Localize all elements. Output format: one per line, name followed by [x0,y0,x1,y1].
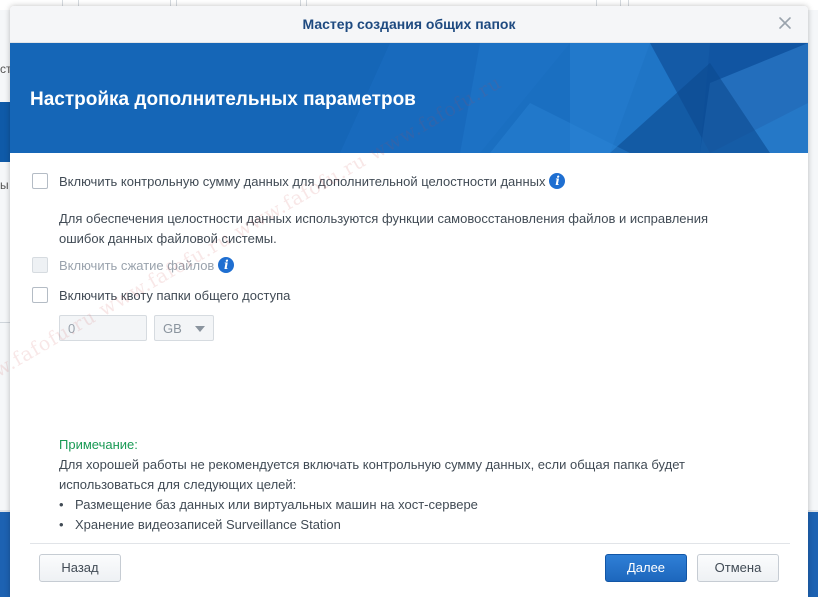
note-title: Примечание: [59,437,138,452]
background-divider [0,322,10,323]
compression-label: Включить сжатие файлов [59,257,215,273]
info-icon[interactable]: i [549,173,566,189]
dialog-title: Мастер создания общих папок [302,16,516,32]
close-icon[interactable] [776,14,794,32]
dialog-titlebar[interactable]: Мастер создания общих папок [10,6,808,43]
note-section: Примечание: Для хорошей работы не рекоме… [59,435,759,535]
shared-folder-wizard-dialog: Мастер создания общих папок Настройка до… [10,6,808,597]
checksum-label[interactable]: Включить контрольную сумму данных для до… [59,174,545,189]
quota-label[interactable]: Включить квоту папки общего доступа [59,288,290,303]
wizard-banner: Настройка дополнительных параметров [10,43,808,153]
quota-size-input[interactable]: 0 [59,315,147,341]
note-list-item: Размещение баз данных или виртуальных ма… [59,495,759,515]
wizard-step-heading: Настройка дополнительных параметров [30,89,416,110]
back-button[interactable]: Назад [39,554,121,582]
quota-unit-value: GB [163,321,182,336]
footer-divider [30,543,790,544]
checksum-checkbox[interactable] [32,173,48,189]
cancel-button[interactable]: Отмена [697,554,779,582]
quota-checkbox[interactable] [32,287,48,303]
quota-unit-select[interactable]: GB [154,315,214,341]
compression-option: Включить сжатие файлов i [32,257,235,273]
background-app-left: ст ы [0,10,12,510]
next-button[interactable]: Далее [605,554,687,582]
background-text: ы [0,178,9,192]
background-app-right [808,10,818,510]
checksum-option: Включить контрольную сумму данных для до… [32,173,566,189]
note-text: Для хорошей работы не рекомендуется вклю… [59,457,685,492]
quota-option: Включить квоту папки общего доступа [32,287,290,303]
background-selection [0,102,10,162]
info-icon[interactable]: i [218,257,235,273]
note-list: Размещение баз данных или виртуальных ма… [59,495,759,535]
checksum-description: Для обеспечения целостности данных испол… [59,211,709,246]
note-list-item: Хранение видеозаписей Surveillance Stati… [59,515,759,535]
compression-checkbox[interactable] [32,257,48,273]
chevron-down-icon [195,326,205,332]
